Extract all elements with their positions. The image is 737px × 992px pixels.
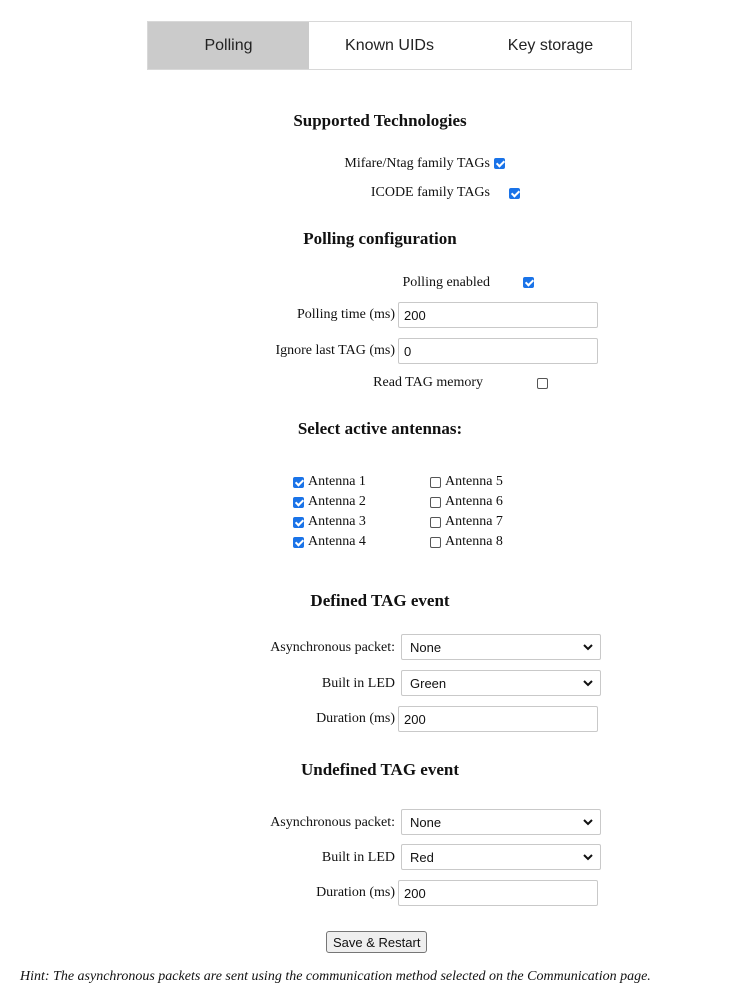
- undefined-tag-event-heading: Undefined TAG event: [300, 760, 460, 779]
- chevron-down-icon: [583, 680, 593, 687]
- antenna-3[interactable]: Antenna 3: [293, 512, 366, 532]
- ignore-last-tag-label: Ignore last TAG (ms): [275, 343, 395, 358]
- antenna-2-label: Antenna 2: [308, 494, 366, 509]
- antennas-column-right: Antenna 5 Antenna 6 Antenna 7 Antenna 8: [430, 472, 503, 552]
- polling-time-input[interactable]: 200: [398, 302, 598, 328]
- tab-key-storage[interactable]: Key storage: [470, 22, 631, 69]
- antenna-7-checkbox[interactable]: [430, 516, 441, 528]
- undefined-async-select[interactable]: None: [401, 809, 601, 835]
- undefined-led-label: Built in LED: [321, 850, 395, 865]
- antenna-4-checkbox[interactable]: [293, 536, 304, 548]
- antenna-3-label: Antenna 3: [308, 514, 366, 529]
- tab-bar: Polling Known UIDs Key storage: [147, 21, 632, 70]
- defined-tag-event-heading: Defined TAG event: [310, 591, 450, 610]
- antenna-2-checkbox[interactable]: [293, 496, 304, 508]
- antenna-2[interactable]: Antenna 2: [293, 492, 366, 512]
- undefined-led-value: Red: [410, 849, 434, 865]
- antenna-1-checkbox[interactable]: [293, 476, 304, 488]
- read-tag-memory-label: Read TAG memory: [373, 375, 483, 390]
- antenna-8-checkbox[interactable]: [430, 536, 441, 548]
- antenna-6-label: Antenna 6: [445, 494, 503, 509]
- undefined-async-value: None: [410, 814, 442, 830]
- antenna-7-label: Antenna 7: [445, 514, 503, 529]
- supported-technologies-heading: Supported Technologies: [293, 111, 467, 130]
- defined-async-label: Asynchronous packet:: [270, 640, 395, 655]
- chevron-down-icon: [583, 644, 593, 651]
- read-tag-memory-checkbox[interactable]: [536, 378, 548, 389]
- antenna-3-checkbox[interactable]: [293, 516, 304, 528]
- undefined-async-label: Asynchronous packet:: [270, 815, 395, 830]
- polling-configuration-heading: Polling configuration: [303, 229, 457, 248]
- antenna-5-label: Antenna 5: [445, 474, 503, 489]
- antenna-6[interactable]: Antenna 6: [430, 492, 503, 512]
- tab-polling[interactable]: Polling: [148, 22, 309, 69]
- undefined-duration-label: Duration (ms): [316, 885, 395, 900]
- defined-async-select[interactable]: None: [401, 634, 601, 660]
- antenna-8[interactable]: Antenna 8: [430, 532, 503, 552]
- defined-led-select[interactable]: Green: [401, 670, 601, 696]
- ignore-last-tag-input[interactable]: 0: [398, 338, 598, 364]
- antenna-5-checkbox[interactable]: [430, 476, 441, 488]
- defined-async-value: None: [410, 639, 442, 655]
- antenna-7[interactable]: Antenna 7: [430, 512, 503, 532]
- defined-led-value: Green: [410, 675, 447, 691]
- polling-enabled-checkbox[interactable]: [523, 277, 534, 288]
- save-restart-button[interactable]: Save & Restart: [326, 931, 428, 953]
- mifare-checkbox[interactable]: [494, 158, 505, 169]
- antenna-4[interactable]: Antenna 4: [293, 532, 366, 552]
- chevron-down-icon: [583, 854, 593, 861]
- defined-duration-label: Duration (ms): [316, 711, 395, 726]
- defined-led-label: Built in LED: [321, 676, 395, 691]
- antenna-1-label: Antenna 1: [308, 474, 366, 489]
- antennas-column-left: Antenna 1 Antenna 2 Antenna 3 Antenna 4: [293, 472, 366, 552]
- icode-checkbox[interactable]: [508, 188, 520, 199]
- antenna-4-label: Antenna 4: [308, 534, 366, 549]
- undefined-led-select[interactable]: Red: [401, 844, 601, 870]
- icode-label: ICODE family TAGs: [370, 185, 490, 200]
- antenna-1[interactable]: Antenna 1: [293, 472, 366, 492]
- mifare-label: Mifare/Ntag family TAGs: [344, 156, 490, 171]
- antenna-8-label: Antenna 8: [445, 534, 503, 549]
- undefined-duration-input[interactable]: 200: [398, 880, 598, 906]
- hint-text: Hint: The asynchronous packets are sent …: [20, 969, 651, 984]
- polling-enabled-label: Polling enabled: [402, 275, 491, 290]
- chevron-down-icon: [583, 819, 593, 826]
- antenna-6-checkbox[interactable]: [430, 496, 441, 508]
- defined-duration-input[interactable]: 200: [398, 706, 598, 732]
- select-antennas-heading: Select active antennas:: [297, 419, 463, 438]
- polling-time-label: Polling time (ms): [297, 307, 395, 322]
- tab-known-uids[interactable]: Known UIDs: [309, 22, 470, 69]
- antenna-5[interactable]: Antenna 5: [430, 472, 503, 492]
